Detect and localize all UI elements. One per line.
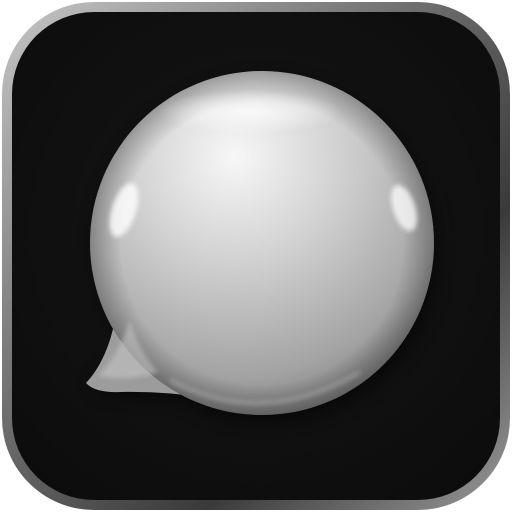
app-icon-graphic (2, 2, 510, 510)
app-icon[interactable] (0, 0, 512, 512)
bubble-highlight-top (158, 90, 342, 134)
